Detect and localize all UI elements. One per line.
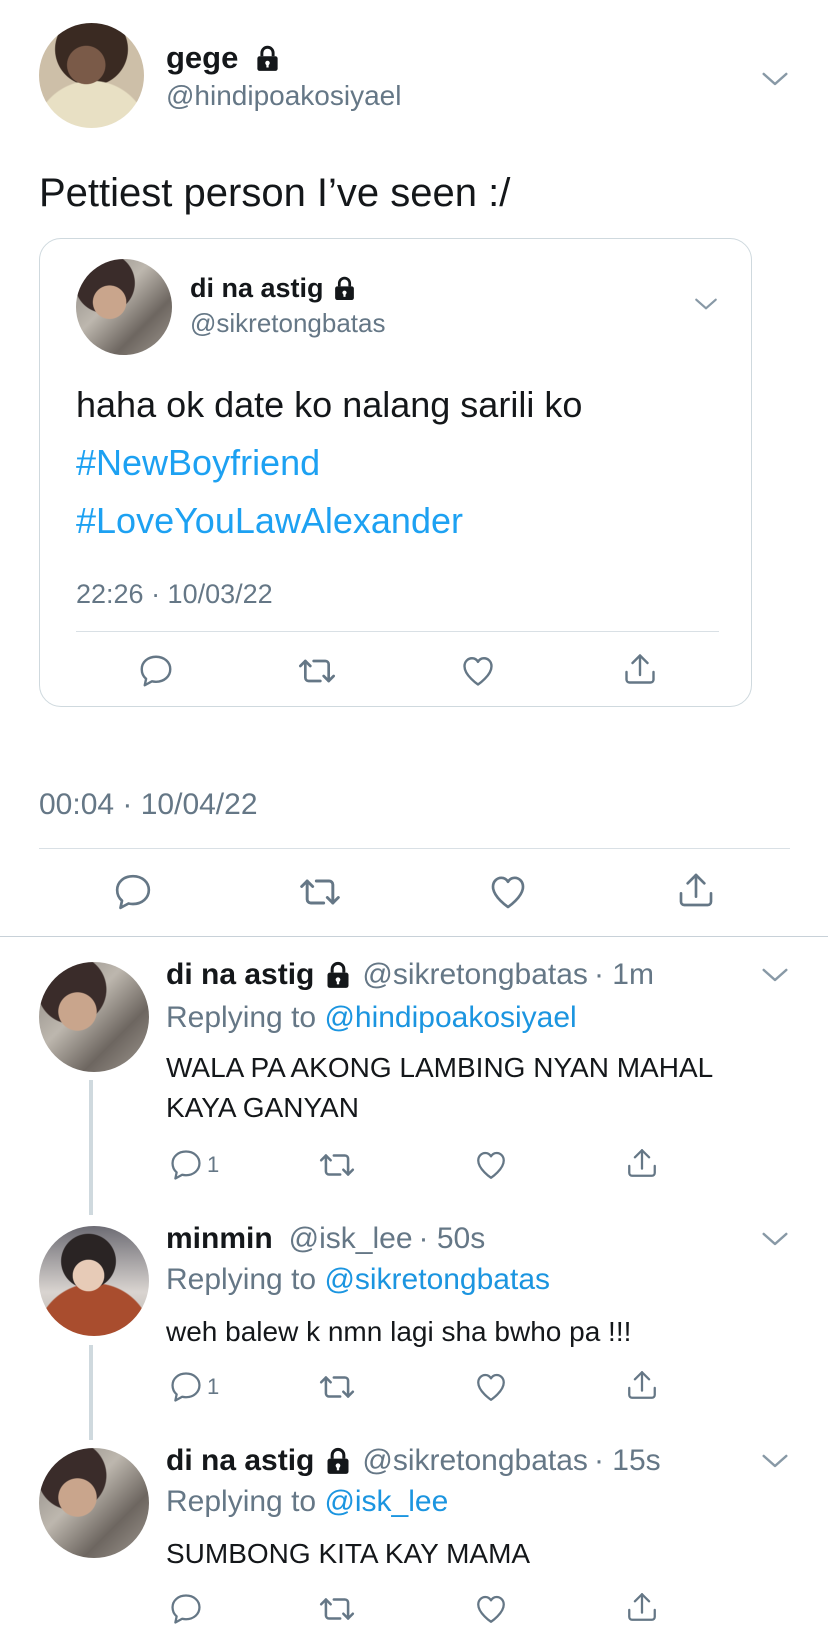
reply-time[interactable]: · 1m bbox=[594, 958, 654, 992]
replying-to-line: Replying to @hindipoakosiyael bbox=[166, 1000, 577, 1036]
reply-icon[interactable] bbox=[138, 653, 174, 689]
divider bbox=[0, 936, 828, 937]
retweet-icon[interactable] bbox=[298, 870, 342, 914]
hashtag-link[interactable]: #LoveYouLawAlexander bbox=[76, 499, 463, 543]
heart-icon[interactable] bbox=[474, 1148, 508, 1182]
heart-icon[interactable] bbox=[488, 872, 528, 912]
handle[interactable]: @sikretongbatas bbox=[190, 308, 386, 339]
mention-link[interactable]: @sikretongbatas bbox=[324, 1263, 550, 1296]
chevron-down-icon[interactable] bbox=[760, 960, 790, 990]
retweet-icon[interactable] bbox=[297, 651, 337, 691]
avatar[interactable] bbox=[39, 1448, 149, 1558]
divider bbox=[39, 848, 790, 849]
mention-link[interactable]: @isk_lee bbox=[324, 1485, 448, 1518]
reply-icon[interactable] bbox=[113, 872, 153, 912]
share-icon[interactable] bbox=[625, 1368, 659, 1402]
thread-line bbox=[89, 1345, 93, 1440]
retweet-icon[interactable] bbox=[318, 1368, 356, 1406]
reply-text-line: KAYA GANYAN bbox=[166, 1092, 359, 1123]
reply-header[interactable]: di na astig @sikretongbatas · 15s bbox=[166, 1443, 661, 1479]
chevron-down-icon[interactable] bbox=[693, 291, 719, 317]
handle[interactable]: @isk_lee bbox=[289, 1222, 413, 1256]
reply-icon[interactable] bbox=[169, 1592, 203, 1626]
reply-text-line: WALA PA AKONG LAMBING NYAN MAHAL bbox=[166, 1052, 714, 1083]
reply-icon bbox=[169, 1370, 203, 1404]
tweet-timestamp[interactable]: 00:04 · 10/04/22 bbox=[39, 788, 258, 822]
replying-to-label: Replying to bbox=[166, 1001, 317, 1034]
retweet-icon[interactable] bbox=[318, 1146, 356, 1184]
share-icon[interactable] bbox=[622, 651, 658, 687]
heart-icon[interactable] bbox=[460, 653, 496, 689]
share-icon[interactable] bbox=[625, 1146, 659, 1180]
reply-count: 1 bbox=[207, 1152, 220, 1177]
reply-text: WALA PA AKONG LAMBING NYAN MAHAL KAYA GA… bbox=[166, 1048, 713, 1128]
display-name[interactable]: di na astig bbox=[190, 273, 324, 304]
quoted-author-row[interactable]: di na astig bbox=[190, 271, 357, 305]
lock-icon bbox=[254, 45, 281, 72]
reply-text: SUMBONG KITA KAY MAMA bbox=[166, 1538, 531, 1569]
thread-line bbox=[89, 1080, 93, 1215]
display-name[interactable]: di na astig bbox=[166, 1444, 314, 1478]
display-name[interactable]: minmin bbox=[166, 1222, 273, 1256]
heart-icon[interactable] bbox=[474, 1370, 508, 1404]
reply-icon bbox=[169, 1148, 203, 1182]
reply-header[interactable]: di na astig @sikretongbatas · 1m bbox=[166, 957, 654, 993]
lock-icon bbox=[324, 1447, 352, 1475]
share-icon[interactable] bbox=[676, 870, 716, 910]
quoted-timestamp[interactable]: 22:26 · 10/03/22 bbox=[76, 579, 273, 610]
display-name[interactable]: di na astig bbox=[166, 958, 314, 992]
reply-button[interactable]: 1 bbox=[169, 1148, 219, 1182]
hashtag-link[interactable]: #NewBoyfriend bbox=[76, 441, 320, 485]
avatar[interactable] bbox=[39, 23, 144, 128]
reply-time[interactable]: · 50s bbox=[419, 1222, 486, 1256]
reply-header[interactable]: minmin @isk_lee · 50s bbox=[166, 1221, 485, 1257]
lock-icon bbox=[332, 276, 357, 301]
lock-icon bbox=[324, 961, 352, 989]
quoted-tweet-text: haha ok date ko nalang sarili ko bbox=[76, 384, 583, 425]
chevron-down-icon[interactable] bbox=[760, 64, 790, 94]
display-name[interactable]: gege bbox=[166, 40, 238, 76]
handle[interactable]: @sikretongbatas bbox=[362, 1444, 588, 1478]
avatar[interactable] bbox=[39, 1226, 149, 1336]
reply-count: 1 bbox=[207, 1374, 220, 1399]
reply-text: weh balew k nmn lagi sha bwho pa !!! bbox=[166, 1316, 632, 1347]
heart-icon[interactable] bbox=[474, 1592, 508, 1626]
share-icon[interactable] bbox=[625, 1590, 659, 1624]
retweet-icon[interactable] bbox=[318, 1590, 356, 1628]
handle[interactable]: @sikretongbatas bbox=[362, 958, 588, 992]
quoted-tweet-card[interactable]: di na astig @sikretongbatas haha ok date… bbox=[39, 238, 752, 707]
mention-link[interactable]: @hindipoakosiyael bbox=[324, 1001, 576, 1034]
replying-to-label: Replying to bbox=[166, 1263, 317, 1296]
handle[interactable]: @hindipoakosiyael bbox=[166, 80, 401, 112]
chevron-down-icon[interactable] bbox=[760, 1224, 790, 1254]
replying-to-line: Replying to @isk_lee bbox=[166, 1484, 448, 1520]
tweet-text: Pettiest person I’ve seen :/ bbox=[39, 171, 511, 215]
reply-button[interactable]: 1 bbox=[169, 1370, 219, 1404]
chevron-down-icon[interactable] bbox=[760, 1446, 790, 1476]
avatar[interactable] bbox=[76, 259, 172, 355]
replying-to-label: Replying to bbox=[166, 1485, 317, 1518]
replying-to-line: Replying to @sikretongbatas bbox=[166, 1262, 550, 1298]
author-name-row[interactable]: gege bbox=[166, 40, 281, 76]
reply-time[interactable]: · 15s bbox=[594, 1444, 661, 1478]
avatar[interactable] bbox=[39, 962, 149, 1072]
divider bbox=[76, 631, 719, 632]
